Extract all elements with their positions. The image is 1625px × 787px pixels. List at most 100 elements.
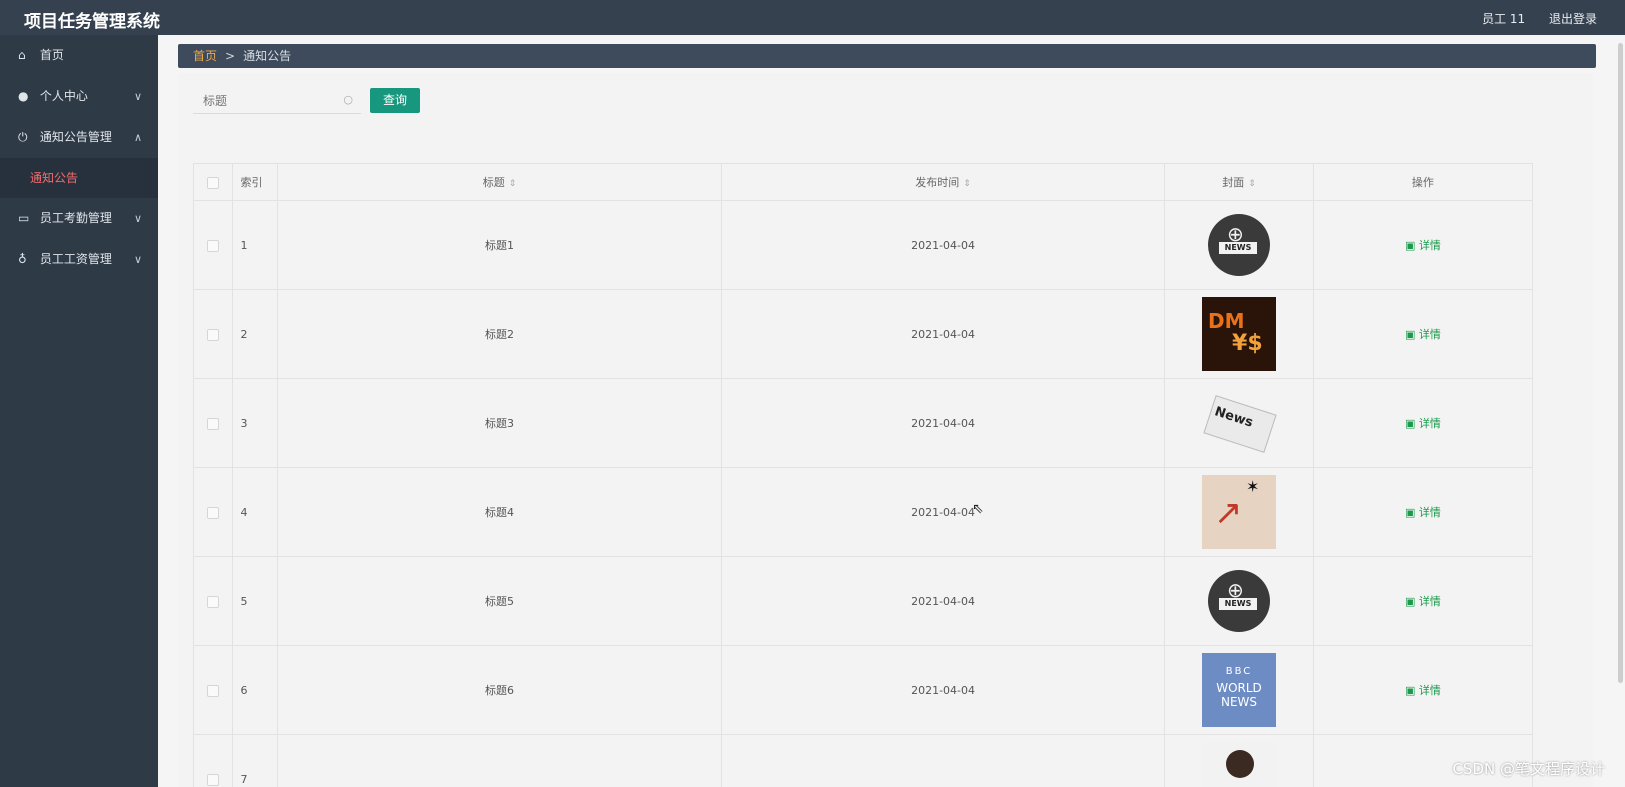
row-index: 7 [231, 734, 279, 787]
detail-link[interactable]: ▣ 详情 [1405, 417, 1441, 430]
portrait-photo-thumbnail [1202, 742, 1277, 787]
table-row: 6 标题6 2021-04-04 BBC WORLD NEWS ▣ 详情 [193, 645, 1534, 735]
sidebar-item-attendance-management[interactable]: ▭ 员工考勤管理 ∨ [0, 198, 158, 239]
row-index: 4 [231, 467, 279, 557]
bbc-world-news-thumbnail: BBC WORLD NEWS [1202, 653, 1277, 727]
row-select-cell [193, 467, 233, 557]
breadcrumb-current: 通知公告 [243, 49, 292, 63]
sort-icon[interactable]: ⇕ [509, 179, 517, 189]
notice-table: 索引 标题 ⇕ 发布时间 ⇕ 封面 ⇕ 操作 1 标题1 2021-04-04 ⊕ NE… [193, 163, 1534, 787]
vertical-scrollbar[interactable] [1618, 43, 1623, 683]
chevron-up-icon: ∧ [133, 131, 142, 144]
news-globe-thumbnail: ⊕ NEWS [1208, 214, 1271, 276]
column-header-label: 封面 [1222, 176, 1245, 189]
detail-link[interactable]: ▣ 详情 [1405, 328, 1441, 341]
detail-link[interactable]: ▣ 详情 [1405, 239, 1441, 252]
table-header-row: 索引 标题 ⇕ 发布时间 ⇕ 封面 ⇕ 操作 [193, 163, 1534, 201]
sidebar-item-label: 个人中心 [39, 89, 88, 103]
row-title [277, 734, 722, 787]
row-checkbox[interactable] [206, 595, 219, 608]
sidebar-item-label: 员工工资管理 [39, 252, 112, 266]
column-header-cover[interactable]: 封面 ⇕ [1164, 163, 1314, 201]
sidebar-item-label: 通知公告管理 [39, 130, 112, 144]
falling-chart-thumbnail: ↗ ✶ [1202, 475, 1277, 549]
row-action-cell: ▣ 详情 [1312, 289, 1534, 379]
sort-icon[interactable]: ⇕ [963, 179, 971, 189]
user-icon: ● [18, 89, 29, 103]
row-publish-time: 2021-04-04 [720, 467, 1166, 557]
table-row: 7 [193, 734, 1534, 787]
table-row: 1 标题1 2021-04-04 ⊕ NEWS ▣ 详情 [193, 200, 1534, 290]
row-checkbox[interactable] [206, 684, 219, 697]
query-button[interactable]: 查询 [370, 88, 420, 113]
power-icon: ⏻ [18, 130, 28, 144]
table-row: 4 标题4 2021-04-04 ↗ ✶ ▣ 详情 [193, 467, 1534, 557]
chevron-down-icon: ∨ [133, 90, 142, 103]
row-checkbox[interactable] [206, 417, 219, 430]
main-area: 首页>通知公告 ○ 查询 索引 标题⇕ 发布时间⇕ 封面⇕ 操作 [158, 35, 1625, 787]
sidebar-item-notice-management[interactable]: ⏻ 通知公告管理 ∧ [0, 117, 158, 158]
sidebar-item-label: 员工考勤管理 [39, 211, 112, 225]
app-title: 项目任务管理系统 [24, 12, 160, 32]
news-globe-thumbnail: ⊕ NEWS [1208, 570, 1271, 632]
chevron-down-icon: ∨ [133, 212, 142, 225]
microphone-icon: ♁ [18, 252, 27, 266]
row-select-cell [193, 378, 233, 468]
detail-link[interactable]: ▣ 详情 [1405, 595, 1441, 608]
column-header-title[interactable]: 标题 ⇕ [277, 163, 722, 201]
sidebar-item-salary-management[interactable]: ♁ 员工工资管理 ∨ [0, 239, 158, 280]
row-title: 标题6 [277, 645, 722, 735]
table-row: 3 标题3 2021-04-04 News ▣ 详情 [193, 378, 1534, 468]
row-action-cell: ▣ 详情 [1312, 556, 1534, 646]
row-title: 标题2 [277, 289, 722, 379]
search-input[interactable] [193, 89, 345, 113]
row-checkbox[interactable] [206, 239, 219, 252]
row-cover-cell: ⊕ NEWS [1164, 556, 1314, 646]
sidebar-subitem-notice[interactable]: 通知公告 [0, 158, 158, 198]
row-index: 3 [231, 378, 279, 468]
detail-link[interactable]: ▣ 详情 [1405, 506, 1441, 519]
home-icon: ⌂ [18, 48, 26, 62]
row-select-cell [193, 289, 233, 379]
row-action-cell: ▣ 详情 [1312, 378, 1534, 468]
column-header-label: 标题 [482, 176, 505, 189]
currency-symbols-thumbnail: DM ¥$ [1202, 297, 1277, 371]
select-all-checkbox[interactable] [206, 176, 219, 189]
table-row: 2 标题2 2021-04-04 DM ¥$ ▣ 详情 [193, 289, 1534, 379]
column-header-label: 发布时间 [915, 176, 960, 189]
table-row: 5 标题5 2021-04-04 ⊕ NEWS ▣ 详情 [193, 556, 1534, 646]
row-action-cell: ▣ 详情 [1312, 645, 1534, 735]
top-bar: 项目任务管理系统 员工 11 退出登录 [0, 0, 1625, 35]
row-checkbox[interactable] [206, 773, 219, 786]
sidebar-item-home[interactable]: ⌂ 首页 [0, 35, 158, 76]
row-title: 标题3 [277, 378, 722, 468]
detail-link[interactable]: ▣ 详情 [1405, 684, 1441, 697]
detail-link-label: 详情 [1418, 239, 1441, 252]
search-field[interactable]: ○ [193, 89, 361, 114]
row-select-cell [193, 200, 233, 290]
sort-icon[interactable]: ⇕ [1248, 179, 1256, 189]
row-select-cell [193, 734, 233, 787]
breadcrumb-home-link[interactable]: 首页 [193, 49, 217, 63]
sidebar-item-label: 首页 [39, 48, 64, 62]
row-index: 5 [231, 556, 279, 646]
row-checkbox[interactable] [206, 328, 219, 341]
watermark: CSDN @笔文程序设计 [1452, 760, 1605, 778]
current-user-label: 员工 11 [1482, 12, 1526, 26]
detail-link-label: 详情 [1418, 417, 1441, 430]
row-checkbox[interactable] [206, 506, 219, 519]
detail-link-label: 详情 [1418, 595, 1441, 608]
row-action-cell: ▣ 详情 [1312, 467, 1534, 557]
row-action-cell: ▣ 详情 [1312, 200, 1534, 290]
row-index: 6 [231, 645, 279, 735]
row-title: 标题5 [277, 556, 722, 646]
newspaper-thumbnail: News [1202, 386, 1277, 460]
logout-link[interactable]: 退出登录 [1549, 12, 1597, 26]
column-header-publish-time[interactable]: 发布时间 ⇕ [720, 163, 1166, 201]
row-title: 标题4 [277, 467, 722, 557]
sidebar-item-personal-center[interactable]: ● 个人中心 ∨ [0, 76, 158, 117]
column-header-index: 索引 [231, 163, 279, 201]
chevron-down-icon: ∨ [133, 253, 142, 266]
row-cover-cell: ↗ ✶ [1164, 467, 1314, 557]
top-right-actions: 员工 11 退出登录 [1462, 10, 1597, 27]
